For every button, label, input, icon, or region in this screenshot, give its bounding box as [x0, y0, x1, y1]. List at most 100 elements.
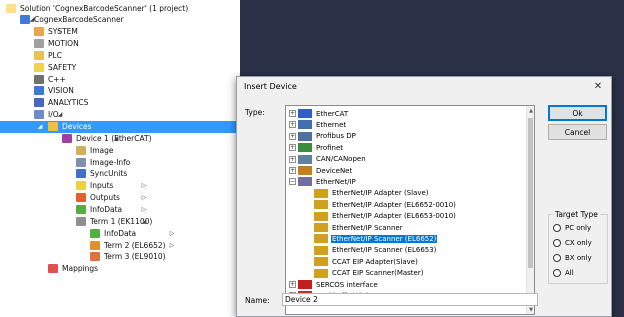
device-name-input[interactable]: Device 2 — [282, 293, 538, 306]
tree-item[interactable]: ▷ Inputs — [76, 180, 146, 192]
device-type-item[interactable]: EtherNet/IP Scanner (EL6652) — [314, 233, 439, 244]
tree-item[interactable]: MOTION — [34, 38, 79, 50]
expand-arrow-icon[interactable]: ▷ — [140, 192, 148, 204]
radio-circle-icon[interactable] — [553, 269, 561, 277]
device-type-item[interactable]: EtherNet/IP Adapter (EL6652-0010) — [314, 199, 457, 210]
io-icon — [34, 110, 44, 120]
expand-plus-icon[interactable]: + — [289, 155, 296, 163]
collapse-arrow-icon[interactable]: ◢ — [56, 109, 64, 121]
tree-item[interactable]: SAFETY — [34, 61, 76, 73]
device-type-item[interactable]: CCAT EIP Adapter(Slave) — [314, 256, 419, 267]
solution-icon — [6, 3, 16, 13]
device-type-item[interactable]: − EtherNet/IP — [289, 176, 357, 187]
tree-item[interactable]: PLC — [34, 49, 62, 61]
device-type-label: EtherNet/IP Scanner — [332, 223, 403, 232]
tree-item[interactable]: Mappings — [48, 263, 98, 275]
device-type-label: CAN/CANopen — [316, 155, 366, 164]
tree-item[interactable]: ◢ I/O — [34, 109, 62, 121]
device-type-item[interactable]: CCAT EIP Scanner(Master) — [314, 268, 424, 279]
device-type-item[interactable]: + Profinet — [289, 142, 344, 153]
expand-plus-icon[interactable]: + — [289, 281, 296, 288]
devicenet-icon — [298, 166, 312, 175]
tree-item[interactable]: ▷ SYSTEM — [34, 26, 78, 38]
collapse-arrow-icon[interactable]: ◢ — [140, 215, 148, 227]
expand-plus-icon[interactable]: + — [289, 167, 296, 174]
tree-item-label: VISION — [48, 86, 74, 96]
expand-plus-icon[interactable]: + — [289, 110, 296, 117]
ok-button[interactable]: Ok — [548, 105, 607, 121]
type-label: Type: — [245, 108, 265, 117]
tree-item[interactable]: Solution 'CognexBarcodeScanner' (1 proje… — [6, 2, 188, 14]
device-type-list[interactable]: ▲ ▼ + EtherCAT + Ethernet + Profibus DP + Profi… — [285, 105, 535, 315]
device-type-item[interactable]: + DeviceNet — [289, 165, 353, 176]
tree-item[interactable]: Term 3 (EL9010) — [90, 251, 166, 263]
device-type-item[interactable]: + EtherCAT — [289, 108, 349, 119]
device-type-label: EtherNet/IP Scanner (EL6653) — [332, 246, 437, 255]
safety-icon — [34, 62, 44, 72]
collapse-minus-icon[interactable]: − — [289, 178, 296, 186]
collapse-arrow-icon[interactable]: ◢ — [36, 121, 44, 133]
radio-label: All — [565, 269, 574, 277]
device-type-item[interactable]: EtherNet/IP Adapter (EL6653-0010) — [314, 211, 457, 222]
scroll-up-icon[interactable]: ▲ — [527, 106, 534, 115]
tree-item[interactable]: SyncUnits — [76, 168, 127, 180]
radio-circle-icon[interactable] — [553, 239, 561, 247]
device-type-label: CCAT EIP Scanner(Master) — [332, 269, 424, 278]
radio-cx-only[interactable]: CX only — [553, 237, 592, 249]
device-type-label: EtherNet/IP Adapter (EL6652-0010) — [332, 200, 456, 209]
expand-plus-icon[interactable]: + — [289, 144, 296, 152]
tree-item-label: Inputs — [90, 181, 114, 191]
tree-item[interactable]: ▷ InfoData — [76, 203, 146, 215]
target-type-title: Target Type — [553, 210, 600, 219]
radio-bx-only[interactable]: BX only — [553, 252, 592, 264]
expand-arrow-icon[interactable]: ▷ — [168, 227, 176, 239]
tree-item[interactable]: ◢ CognexBarcodeScanner — [20, 14, 124, 26]
tree-item[interactable]: ▷ Outputs — [76, 192, 146, 204]
radio-circle-icon[interactable] — [553, 224, 561, 232]
radio-all[interactable]: All — [553, 267, 574, 279]
expand-arrow-icon[interactable]: ▷ — [56, 26, 64, 38]
device-type-item[interactable]: EtherNet/IP Adapter (Slave) — [314, 188, 430, 199]
device-type-label: EtherCAT — [316, 109, 349, 118]
tree-item[interactable]: ▷ InfoData — [90, 227, 174, 239]
device-type-item[interactable]: + CAN/CANopen — [289, 154, 367, 165]
terminal-icon — [76, 216, 86, 226]
expand-plus-icon[interactable]: + — [289, 121, 296, 129]
tree-item-label: MOTION — [48, 39, 79, 49]
sercos-icon — [298, 280, 312, 289]
device-type-item[interactable]: EtherNet/IP Scanner — [314, 222, 404, 233]
tree-item[interactable]: ANALYTICS — [34, 97, 88, 109]
analytics-icon — [34, 98, 44, 108]
scroll-thumb[interactable] — [528, 118, 533, 268]
tree-item[interactable]: ◢ Devices — [0, 120, 240, 133]
tree-item[interactable]: Image-Info — [76, 156, 130, 168]
device-type-label: SERCOS interface — [316, 280, 378, 289]
outputs-icon — [76, 193, 86, 203]
close-icon[interactable]: ✕ — [591, 79, 605, 93]
tree-item[interactable]: ▷ Term 2 (EL6652) — [90, 239, 174, 251]
mappings-icon — [48, 264, 58, 274]
device-type-item[interactable]: + Ethernet — [289, 119, 347, 130]
scroll-down-icon[interactable]: ▼ — [527, 305, 534, 314]
vertical-scrollbar[interactable]: ▲ ▼ — [526, 106, 534, 314]
device-type-item[interactable]: + SERCOS interface — [289, 279, 379, 290]
expand-arrow-icon[interactable]: ▷ — [140, 180, 148, 192]
device-type-item[interactable]: EtherNet/IP Scanner (EL6653) — [314, 245, 437, 256]
cpp-icon — [34, 74, 44, 84]
cancel-button[interactable]: Cancel — [548, 124, 607, 140]
tree-item[interactable]: C++ — [34, 73, 66, 85]
tree-item[interactable]: VISION — [34, 85, 74, 97]
tree-item[interactable]: ◢ Device 1 (EtherCAT) — [62, 132, 152, 144]
expand-arrow-icon[interactable]: ▷ — [168, 239, 176, 251]
device-type-item[interactable]: + Profibus DP — [289, 131, 357, 142]
expand-arrow-icon[interactable]: ▷ — [140, 203, 148, 215]
expand-plus-icon[interactable]: + — [289, 132, 296, 140]
radio-circle-icon[interactable] — [553, 254, 561, 262]
tree-item[interactable]: Image — [76, 144, 114, 156]
tree-item-label: ANALYTICS — [48, 98, 89, 108]
ethernet-icon — [298, 120, 312, 130]
vision-icon — [34, 86, 44, 96]
collapse-arrow-icon[interactable]: ◢ — [112, 132, 120, 144]
tree-item[interactable]: ◢ Term 1 (EK1100) — [76, 215, 152, 227]
radio-pc-only[interactable]: PC only — [553, 222, 591, 234]
